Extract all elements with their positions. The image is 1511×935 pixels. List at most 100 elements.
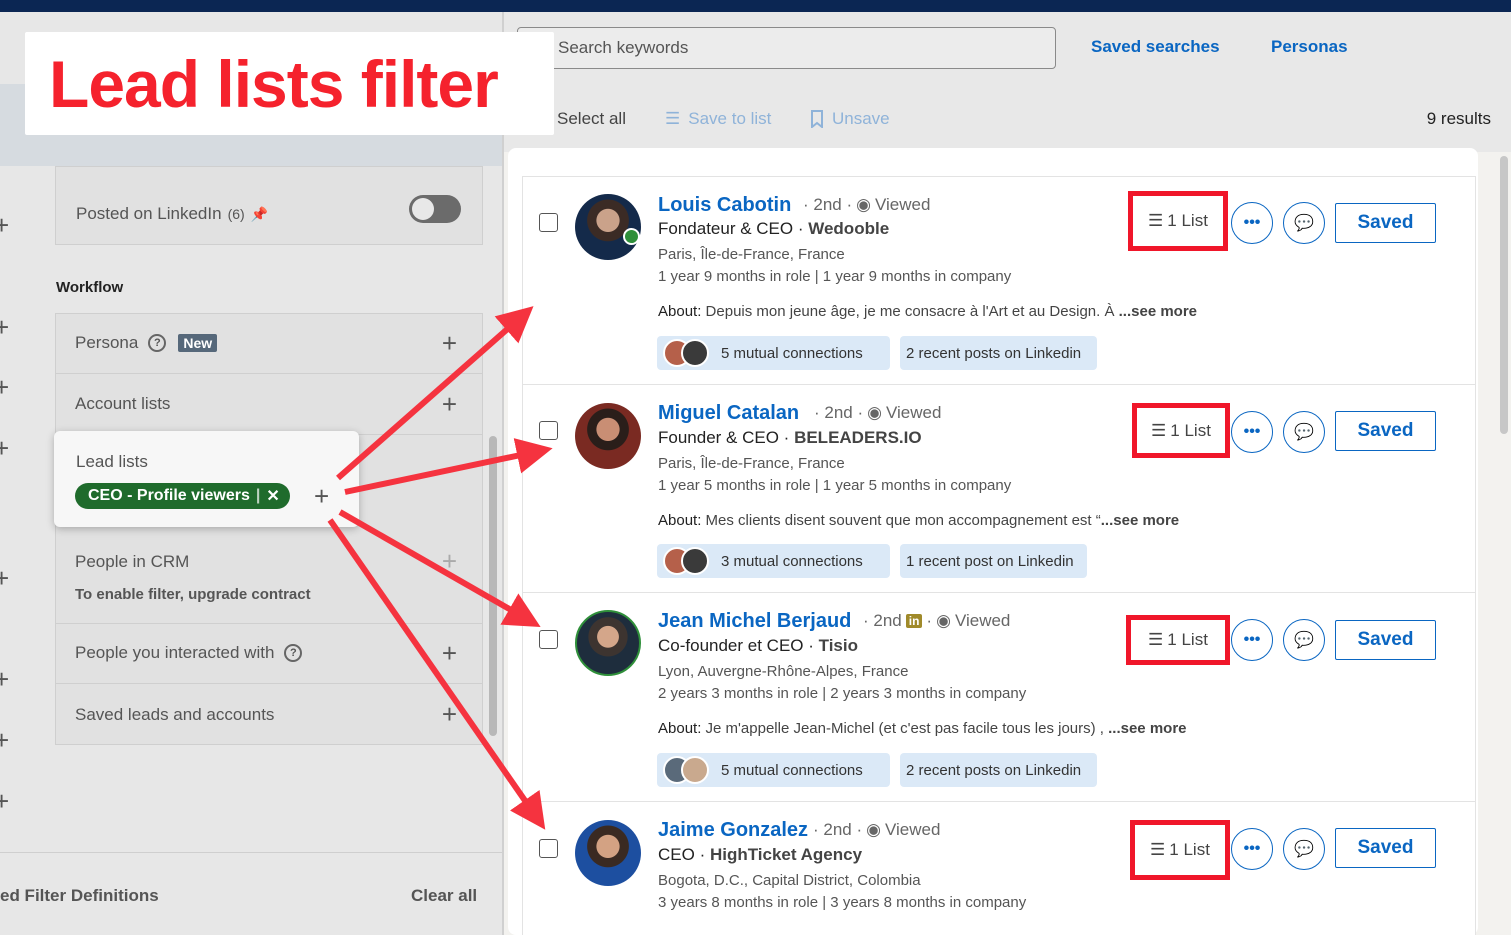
- lead-company[interactable]: Tisio: [819, 636, 858, 655]
- add-icon[interactable]: +: [0, 664, 9, 695]
- mutual-connections-chip[interactable]: 5 mutual connections: [657, 336, 890, 370]
- ellipsis-icon: •••: [1243, 214, 1261, 231]
- filter-saved-leads[interactable]: Saved leads and accounts +: [55, 684, 483, 745]
- avatar[interactable]: [575, 194, 641, 260]
- more-options-button[interactable]: •••: [1231, 619, 1273, 661]
- message-button[interactable]: 💬: [1283, 411, 1325, 453]
- add-icon[interactable]: +: [0, 312, 9, 343]
- posted-label: Posted on LinkedIn: [76, 204, 222, 223]
- viewed-label: Viewed: [885, 403, 942, 422]
- list-button[interactable]: ☰ 1 List: [1130, 820, 1230, 880]
- lead-location: Lyon, Auvergne-Rhône-Alpes, France: [658, 663, 909, 680]
- saved-searches-link[interactable]: Saved searches: [1091, 37, 1220, 57]
- select-checkbox[interactable]: [539, 839, 558, 858]
- list-button[interactable]: ☰ 1 List: [1132, 403, 1230, 458]
- clear-all-button[interactable]: Clear all: [411, 886, 477, 906]
- overlay-title-box: Lead lists filter: [25, 32, 554, 135]
- filter-account-lists[interactable]: Account lists +: [55, 374, 483, 435]
- message-button[interactable]: 💬: [1283, 202, 1325, 244]
- avatar: [681, 756, 709, 784]
- add-icon[interactable]: +: [0, 786, 9, 817]
- more-options-button[interactable]: •••: [1231, 202, 1273, 244]
- recent-posts-chip[interactable]: 2 recent posts on Linkedin: [900, 753, 1097, 787]
- lead-name[interactable]: Jaime Gonzalez: [658, 819, 808, 842]
- lead-company[interactable]: BELEADERS.IO: [794, 428, 922, 447]
- lead-meta: · 2nd · ◉ Viewed: [813, 820, 940, 840]
- recent-posts-chip[interactable]: 2 recent posts on Linkedin: [900, 336, 1097, 370]
- close-icon[interactable]: ✕: [266, 486, 279, 506]
- results-scrollbar[interactable]: [1500, 156, 1508, 434]
- add-icon[interactable]: +: [0, 210, 9, 241]
- lead-lists-filter[interactable]: Lead lists CEO - Profile viewers | ✕ +: [54, 431, 359, 527]
- save-to-list-button[interactable]: ☰ Save to list: [665, 109, 771, 129]
- select-all-button[interactable]: Select all: [557, 109, 626, 129]
- lead-name[interactable]: Miguel Catalan: [658, 402, 799, 425]
- avatar[interactable]: [575, 820, 641, 886]
- lead-company[interactable]: Wedooble: [808, 219, 889, 238]
- lead-card: Jean Michel Berjaud · 2nd in · ◉ Viewed …: [522, 592, 1476, 802]
- select-checkbox[interactable]: [539, 421, 558, 440]
- message-button[interactable]: 💬: [1283, 619, 1325, 661]
- lead-company[interactable]: HighTicket Agency: [710, 845, 862, 864]
- eye-icon: ◉: [856, 195, 871, 214]
- lead-card: Miguel Catalan · 2nd · ◉ Viewed Founder …: [522, 384, 1476, 593]
- mutual-connections-chip[interactable]: 5 mutual connections: [657, 753, 890, 787]
- lead-meta: · 2nd in · ◉ Viewed: [863, 611, 1010, 631]
- search-input[interactable]: Search keywords: [517, 27, 1056, 69]
- lead-about: About: Mes clients disent souvent que mo…: [658, 512, 1179, 529]
- ellipsis-icon: •••: [1243, 423, 1261, 440]
- add-icon[interactable]: +: [0, 433, 9, 464]
- avatar[interactable]: [575, 610, 641, 676]
- lead-title: Founder & CEO · BELEADERS.IO: [658, 428, 922, 447]
- viewed-label: Viewed: [884, 820, 941, 839]
- filter-persona[interactable]: Persona ? New +: [55, 313, 483, 374]
- see-more-link[interactable]: ...see more: [1108, 720, 1186, 737]
- add-icon[interactable]: +: [442, 389, 457, 420]
- avatar[interactable]: [575, 403, 641, 469]
- posted-toggle[interactable]: [409, 195, 461, 223]
- message-button[interactable]: 💬: [1283, 828, 1325, 870]
- list-button[interactable]: ☰ 1 List: [1126, 615, 1230, 665]
- add-icon: +: [441, 546, 457, 576]
- eye-icon: ◉: [866, 820, 881, 839]
- see-more-link[interactable]: ...see more: [1101, 512, 1179, 529]
- saved-button[interactable]: Saved: [1335, 828, 1436, 868]
- add-icon[interactable]: +: [314, 481, 329, 512]
- list-count: 1 List: [1167, 630, 1208, 649]
- add-icon[interactable]: +: [0, 725, 9, 756]
- more-options-button[interactable]: •••: [1231, 828, 1273, 870]
- recent-posts-chip[interactable]: 1 recent post on Linkedin: [900, 544, 1087, 578]
- sidebar-scrollbar[interactable]: [489, 436, 497, 736]
- add-icon[interactable]: +: [0, 563, 9, 594]
- select-checkbox[interactable]: [539, 213, 558, 232]
- viewed-label: Viewed: [954, 611, 1011, 630]
- add-icon[interactable]: +: [0, 372, 9, 403]
- more-options-button[interactable]: •••: [1231, 411, 1273, 453]
- lead-meta: · 2nd · ◉ Viewed: [814, 403, 941, 423]
- saved-button[interactable]: Saved: [1335, 620, 1436, 660]
- message-icon: 💬: [1294, 215, 1314, 232]
- personas-link[interactable]: Personas: [1271, 37, 1348, 57]
- lead-tenure: 3 years 8 months in role | 3 years 8 mon…: [658, 894, 1027, 911]
- filter-definitions-link[interactable]: ed Filter Definitions: [0, 886, 159, 906]
- people-in-crm-label: People in CRM: [75, 552, 190, 571]
- add-icon[interactable]: +: [442, 699, 457, 730]
- lead-list-pill[interactable]: CEO - Profile viewers | ✕: [75, 483, 290, 509]
- saved-leads-label: Saved leads and accounts: [75, 704, 275, 724]
- saved-button[interactable]: Saved: [1335, 203, 1436, 243]
- top-nav-bar: [0, 0, 1511, 12]
- unsave-button[interactable]: Unsave: [810, 109, 890, 129]
- message-icon: 💬: [1294, 424, 1314, 441]
- lead-name[interactable]: Jean Michel Berjaud: [658, 610, 851, 633]
- filter-people-interacted[interactable]: People you interacted with ? +: [55, 623, 483, 684]
- select-checkbox[interactable]: [539, 630, 558, 649]
- dot-separator: ·: [926, 611, 933, 630]
- add-icon[interactable]: +: [442, 638, 457, 669]
- add-icon[interactable]: +: [442, 328, 457, 359]
- saved-button[interactable]: Saved: [1335, 411, 1436, 451]
- list-button[interactable]: ☰ 1 List: [1128, 191, 1228, 251]
- mutual-connections-chip[interactable]: 3 mutual connections: [657, 544, 890, 578]
- see-more-link[interactable]: ...see more: [1119, 303, 1197, 320]
- lead-name[interactable]: Louis Cabotin: [658, 194, 791, 217]
- viewed-label: Viewed: [874, 195, 931, 214]
